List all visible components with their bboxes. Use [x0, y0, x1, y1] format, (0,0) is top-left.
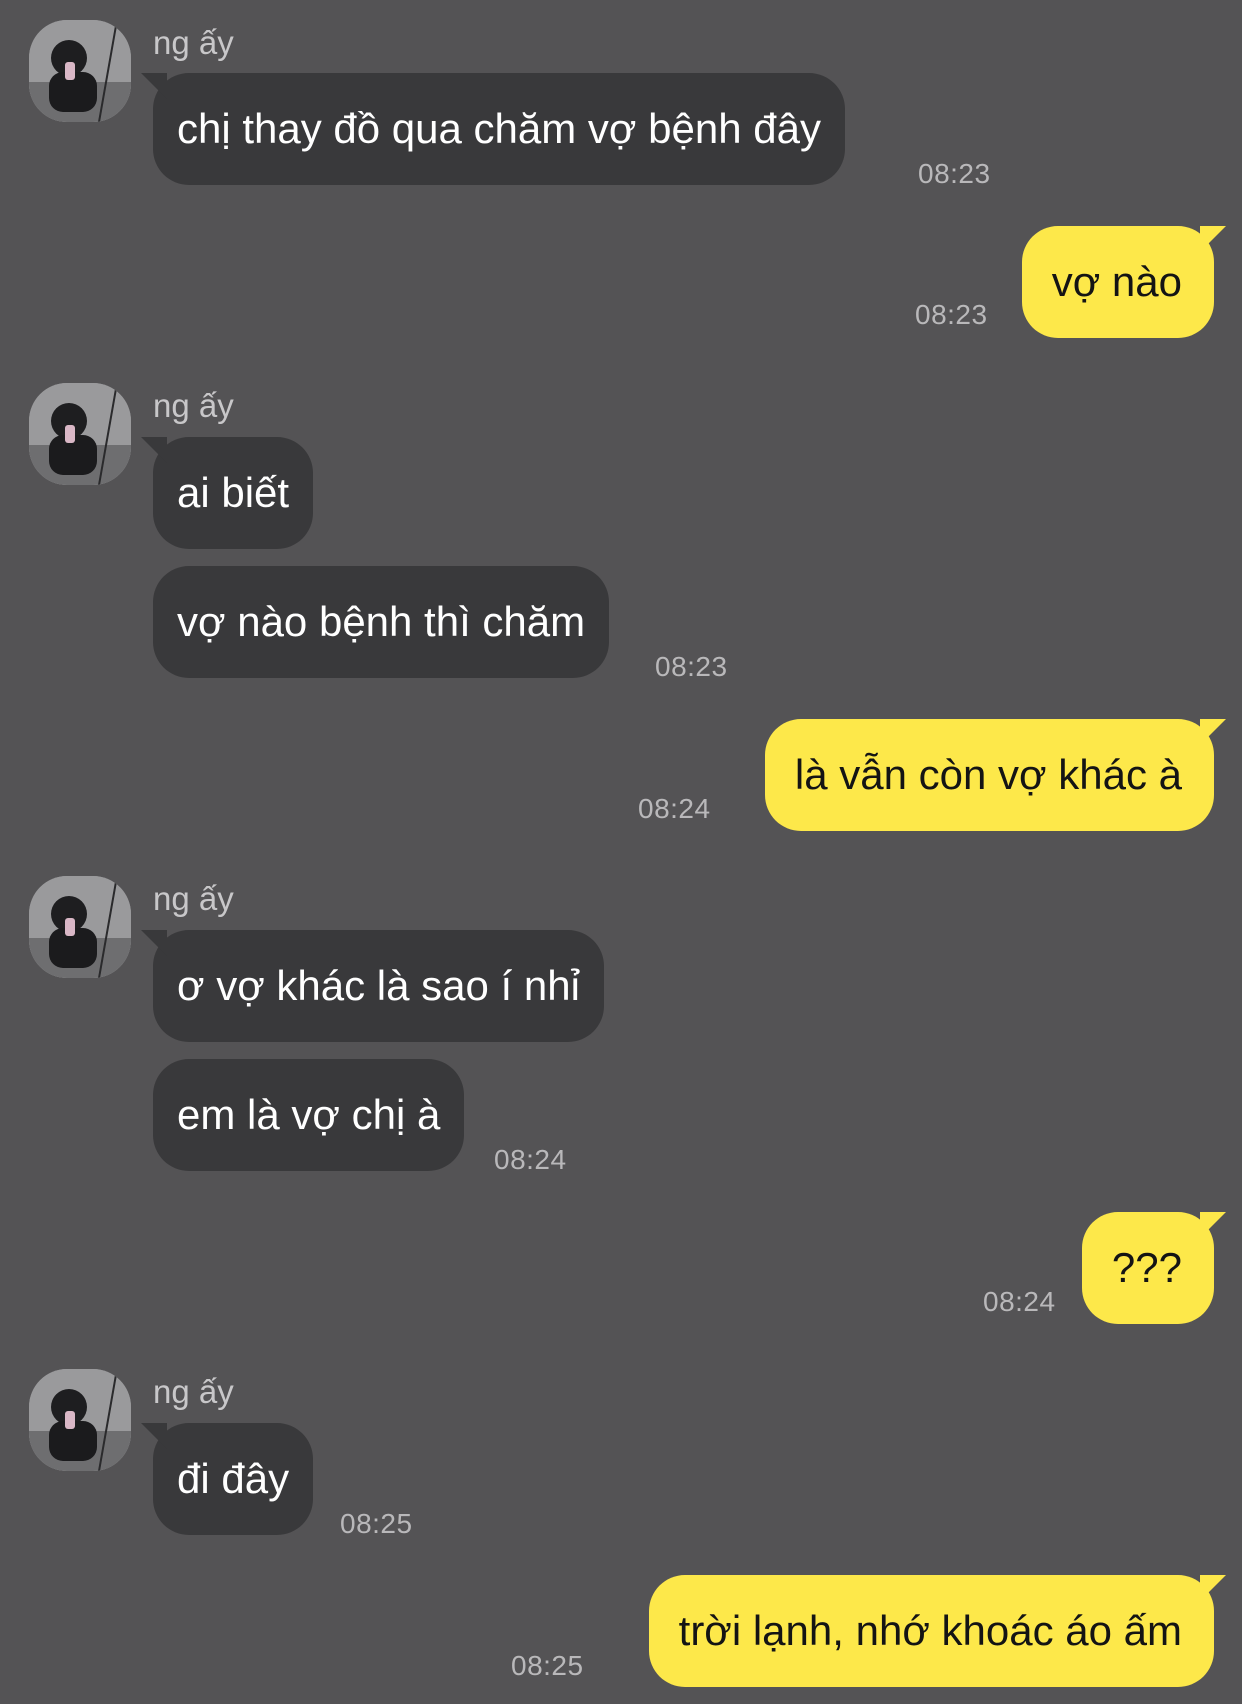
- message-bubble-incoming[interactable]: ai biết: [141, 437, 314, 549]
- contact-avatar[interactable]: [29, 383, 131, 485]
- message-text: trời lạnh, nhớ khoác áo ấm: [678, 1607, 1182, 1654]
- message-text: ai biết: [177, 469, 290, 516]
- bubble-tail: [141, 73, 167, 99]
- message-bubble-outgoing[interactable]: trời lạnh, nhớ khoác áo ấm: [648, 1575, 1226, 1687]
- sender-name: ng ấy: [153, 387, 234, 424]
- sender-name: ng ấy: [153, 1373, 234, 1410]
- avatar-photo-icon: [29, 383, 131, 485]
- chat-message-list[interactable]: ng ấy chị thay đồ qua chăm vợ bệnh đây 0…: [0, 0, 1242, 1704]
- bubble-tail: [141, 437, 167, 463]
- message-timestamp: 08:25: [340, 1508, 413, 1539]
- message-timestamp: 08:23: [915, 299, 988, 330]
- contact-avatar[interactable]: [29, 876, 131, 978]
- message-text: vợ nào bệnh thì chăm: [177, 598, 586, 645]
- message-text: vợ nào: [1051, 258, 1182, 305]
- avatar-photo-icon: [29, 20, 131, 122]
- message-text: là vẫn còn vợ khác à: [794, 751, 1182, 798]
- message-bubble-outgoing[interactable]: ???: [1081, 1212, 1226, 1324]
- message-text: đi đây: [177, 1455, 290, 1502]
- message-timestamp: 08:24: [983, 1286, 1056, 1317]
- message-bubble-incoming[interactable]: đi đây: [141, 1423, 314, 1535]
- message-timestamp: 08:24: [638, 793, 711, 824]
- avatar-photo-icon: [29, 1369, 131, 1471]
- bubble-tail: [1200, 1212, 1226, 1238]
- sender-name: ng ấy: [153, 24, 234, 61]
- bubble-tail: [141, 1423, 167, 1449]
- bubble-tail: [1200, 719, 1226, 745]
- sender-name: ng ấy: [153, 880, 234, 917]
- message-text: em là vợ chị à: [177, 1091, 441, 1138]
- message-timestamp: 08:24: [494, 1144, 567, 1175]
- message-text: ơ vợ khác là sao í nhỉ: [177, 962, 580, 1009]
- avatar-photo-icon: [29, 876, 131, 978]
- message-bubble-incoming[interactable]: chị thay đồ qua chăm vợ bệnh đây: [141, 73, 845, 185]
- bubble-tail: [1200, 226, 1226, 252]
- message-text: ???: [1111, 1244, 1182, 1291]
- message-timestamp: 08:23: [918, 158, 991, 189]
- message-timestamp: 08:23: [655, 651, 728, 682]
- message-text: chị thay đồ qua chăm vợ bệnh đây: [177, 105, 821, 152]
- contact-avatar[interactable]: [29, 20, 131, 122]
- message-bubble-incoming[interactable]: em là vợ chị à: [153, 1059, 465, 1171]
- message-timestamp: 08:25: [511, 1650, 584, 1681]
- contact-avatar[interactable]: [29, 1369, 131, 1471]
- message-bubble-incoming[interactable]: vợ nào bệnh thì chăm: [153, 566, 610, 678]
- message-bubble-outgoing[interactable]: là vẫn còn vợ khác à: [764, 719, 1226, 831]
- bubble-tail: [141, 930, 167, 956]
- bubble-tail: [1200, 1575, 1226, 1601]
- message-bubble-outgoing[interactable]: vợ nào: [1021, 226, 1226, 338]
- message-bubble-incoming[interactable]: ơ vợ khác là sao í nhỉ: [141, 930, 604, 1042]
